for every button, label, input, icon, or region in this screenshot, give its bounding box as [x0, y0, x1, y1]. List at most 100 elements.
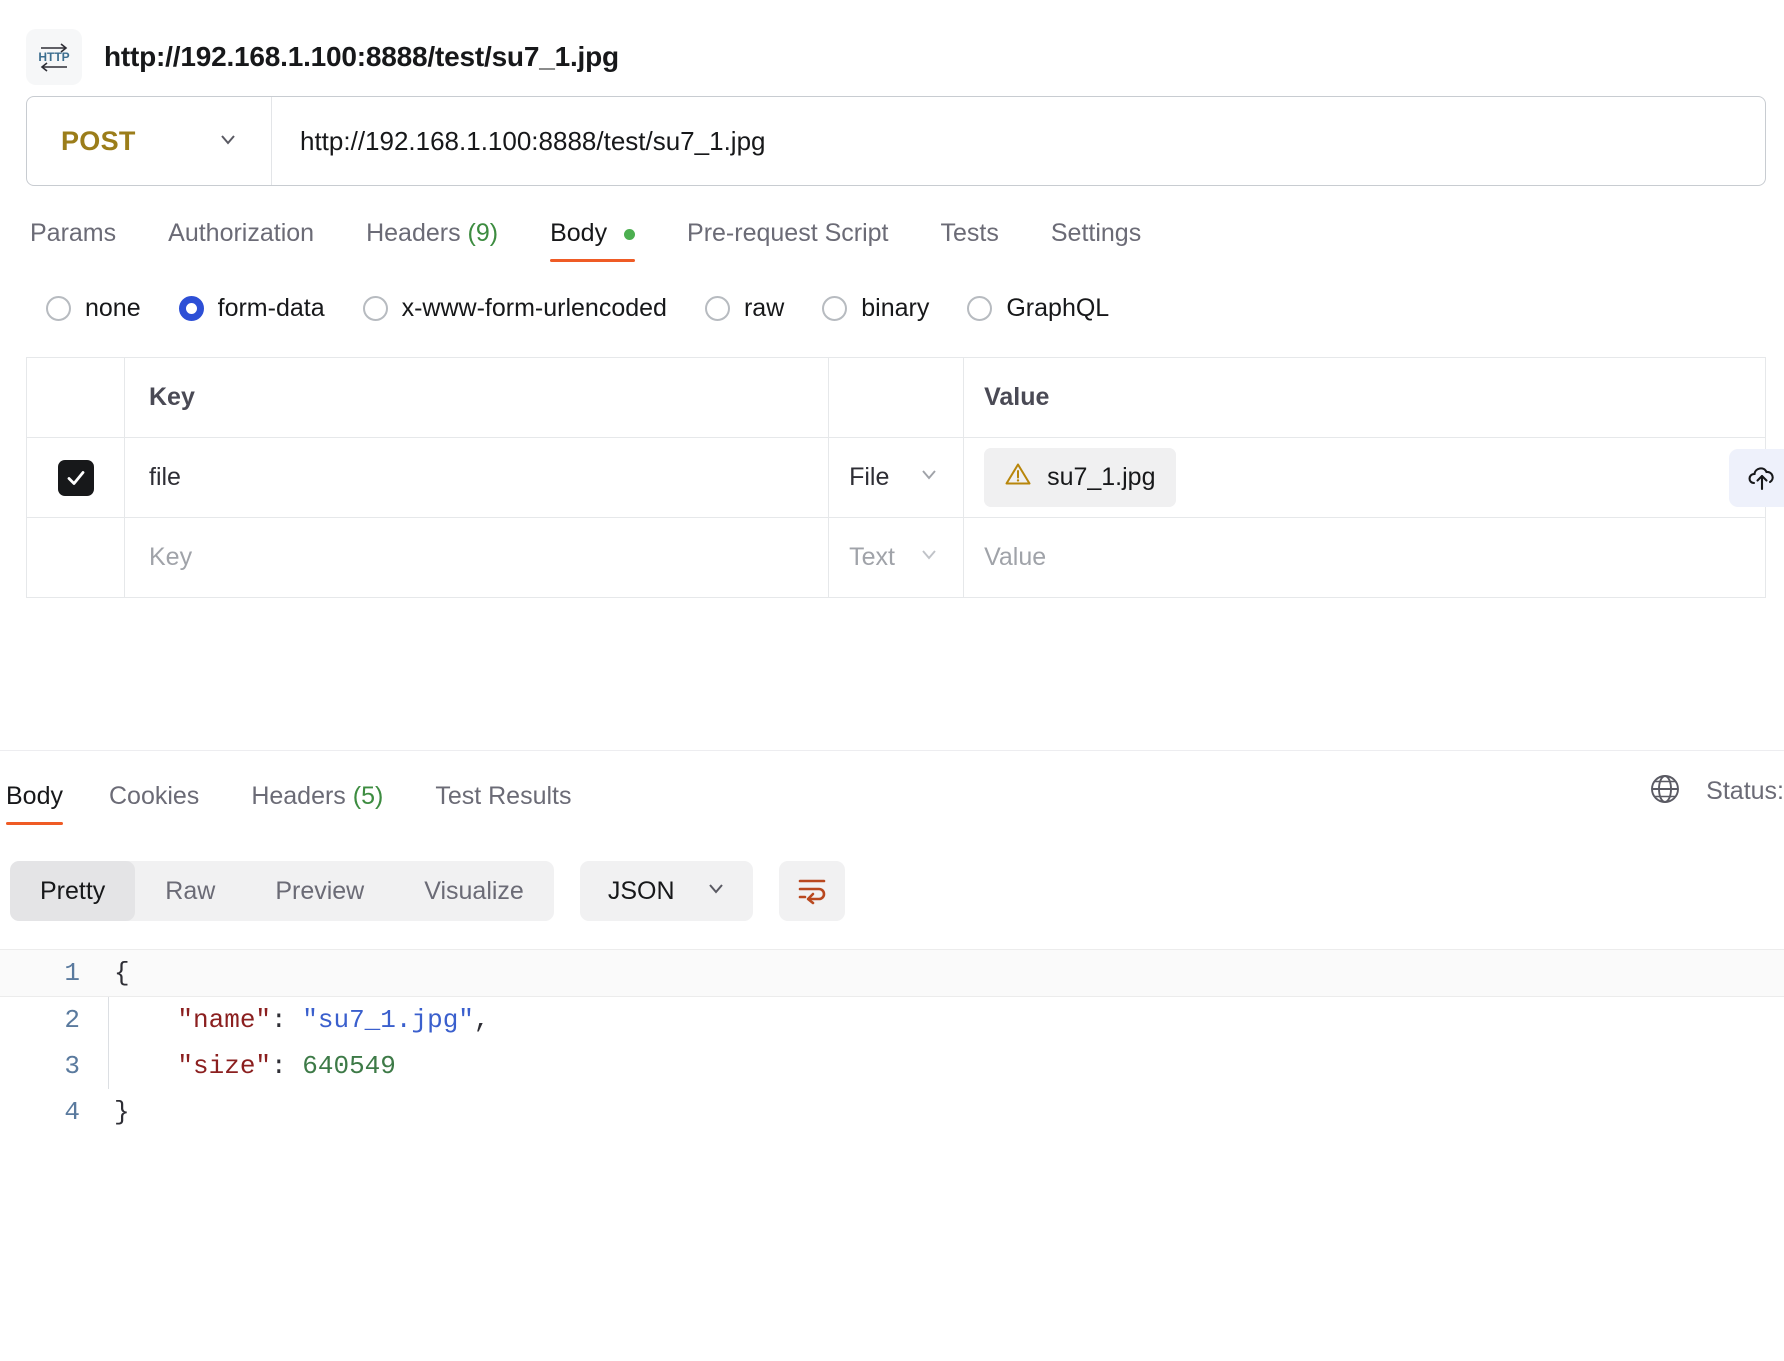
tab-settings-label: Settings	[1050, 219, 1142, 247]
chevron-down-icon	[703, 875, 729, 908]
viewer-mode-preview-label: Preview	[275, 876, 365, 905]
url-bar: POST	[26, 96, 1766, 186]
tab-headers-label: Headers	[366, 219, 461, 247]
tab-settings[interactable]: Settings	[1025, 219, 1167, 262]
row-key-input[interactable]: file	[125, 438, 830, 517]
tab-body[interactable]: Body	[524, 219, 661, 262]
table-placeholder-row: Key Text Value	[27, 518, 1765, 598]
tab-authorization[interactable]: Authorization	[142, 219, 340, 262]
viewer-mode-raw-label: Raw	[165, 876, 216, 905]
line-number: 3	[64, 1051, 80, 1081]
response-tab-body[interactable]: Body	[0, 782, 83, 825]
body-type-binary[interactable]: binary	[822, 294, 929, 323]
column-header-key: Key	[125, 358, 830, 437]
url-input[interactable]	[272, 97, 1765, 185]
chevron-down-icon	[917, 462, 941, 493]
json-number-value: 640549	[302, 1051, 396, 1081]
viewer-mode-pretty-label: Pretty	[40, 876, 106, 905]
response-tab-headers[interactable]: Headers (5)	[225, 782, 409, 825]
json-string-value: "su7_1.jpg"	[302, 1005, 474, 1035]
table-row: file File su7_1.jpg	[27, 438, 1784, 518]
method-label: POST	[61, 125, 136, 156]
line-number: 2	[64, 1005, 80, 1035]
body-type-none-label: none	[85, 294, 141, 322]
body-type-radio-group: none form-data x-www-form-urlencoded raw…	[0, 262, 1784, 323]
file-chip[interactable]: su7_1.jpg	[984, 448, 1176, 507]
response-viewer-toolbar: Pretty Raw Preview Visualize JSON	[0, 825, 1784, 921]
http-icon: HTTP	[26, 29, 82, 85]
wrap-lines-button[interactable]	[778, 861, 845, 921]
request-tabs: Params Authorization Headers (9) Body Pr…	[0, 186, 1784, 262]
method-selector[interactable]: POST	[27, 97, 272, 185]
json-key: "name"	[177, 1005, 272, 1035]
row-enabled-checkbox[interactable]	[57, 459, 94, 496]
response-tab-test-results[interactable]: Test Results	[409, 782, 597, 825]
body-type-raw-label: raw	[743, 294, 785, 322]
body-type-graphql[interactable]: GraphQL	[967, 294, 1109, 323]
header-cell-type	[829, 358, 965, 437]
upload-file-icon[interactable]	[1729, 448, 1784, 507]
radio-icon-graphql	[967, 296, 993, 321]
chevron-down-icon	[215, 126, 241, 157]
header-cell-checkbox	[27, 358, 125, 437]
code-line-content: "name": "su7_1.jpg",	[108, 997, 1784, 1043]
file-name: su7_1.jpg	[1047, 463, 1156, 491]
body-type-form-data-label: form-data	[217, 294, 325, 322]
response-format-selector[interactable]: JSON	[579, 861, 753, 921]
radio-icon-binary	[822, 296, 848, 321]
placeholder-key-input[interactable]: Key	[125, 518, 830, 597]
table-header-row: Key Value	[27, 358, 1765, 438]
request-title-bar: HTTP http://192.168.1.100:8888/test/su7_…	[0, 0, 1784, 96]
body-type-raw[interactable]: raw	[704, 294, 785, 323]
tab-headers-count: (9)	[467, 219, 499, 247]
placeholder-value-input[interactable]: Value	[964, 518, 1765, 597]
body-type-x-www-form-urlencoded[interactable]: x-www-form-urlencoded	[362, 294, 667, 323]
radio-icon-form-data	[178, 296, 204, 321]
row-value-cell: su7_1.jpg	[964, 438, 1784, 517]
response-tab-test-results-label: Test Results	[435, 782, 572, 810]
chevron-down-icon	[917, 542, 941, 573]
line-number: 4	[64, 1097, 80, 1127]
form-data-table: Key Value file File su7_1.jpg Key Text V…	[26, 357, 1784, 598]
tab-tests[interactable]: Tests	[915, 219, 1025, 262]
code-line-content: }	[114, 1097, 130, 1127]
tab-tests-label: Tests	[940, 219, 999, 247]
radio-icon-raw	[704, 296, 730, 321]
viewer-mode-visualize[interactable]: Visualize	[394, 861, 554, 921]
response-tab-headers-count: (5)	[352, 782, 384, 810]
viewer-mode-preview[interactable]: Preview	[245, 861, 394, 921]
tab-headers[interactable]: Headers (9)	[340, 219, 524, 262]
body-type-graphql-label: GraphQL	[1006, 294, 1110, 322]
column-header-value: Value	[984, 383, 1050, 411]
body-type-binary-label: binary	[861, 294, 930, 322]
code-line-content: {	[114, 958, 130, 988]
body-type-form-data[interactable]: form-data	[178, 294, 325, 323]
response-format-label: JSON	[607, 876, 675, 905]
tab-params[interactable]: Params	[26, 219, 142, 262]
response-status-area: Status:	[1646, 770, 1784, 825]
response-tab-headers-label: Headers	[251, 782, 346, 810]
response-body-code[interactable]: 1 { 2 "name": "su7_1.jpg", 3 "size": 640…	[0, 949, 1784, 1135]
row-key-value: file	[149, 463, 181, 491]
response-tab-cookies[interactable]: Cookies	[83, 782, 225, 825]
line-number: 1	[64, 958, 80, 988]
json-key: "size"	[177, 1051, 272, 1081]
code-line: 3 "size": 640549	[0, 1043, 1784, 1089]
row-checkbox-cell	[27, 438, 125, 517]
body-modified-dot-icon	[624, 228, 636, 240]
response-tab-cookies-label: Cookies	[108, 782, 200, 810]
viewer-mode-raw[interactable]: Raw	[135, 861, 245, 921]
wrap-lines-icon	[795, 872, 829, 911]
body-type-none[interactable]: none	[46, 294, 141, 323]
tab-authorization-label: Authorization	[168, 219, 315, 247]
tab-params-label: Params	[30, 219, 117, 247]
code-line: 1 {	[0, 949, 1784, 997]
globe-icon[interactable]	[1646, 770, 1684, 813]
viewer-mode-pretty[interactable]: Pretty	[10, 861, 136, 921]
status-label: Status:	[1706, 777, 1784, 805]
tab-pre-request-script[interactable]: Pre-request Script	[661, 219, 914, 262]
row-type-selector[interactable]: File	[829, 438, 965, 517]
placeholder-type-selector[interactable]: Text	[829, 518, 965, 597]
radio-icon-urlencoded	[362, 296, 388, 321]
response-tabs: Body Cookies Headers (5) Test Results St…	[0, 751, 1784, 825]
